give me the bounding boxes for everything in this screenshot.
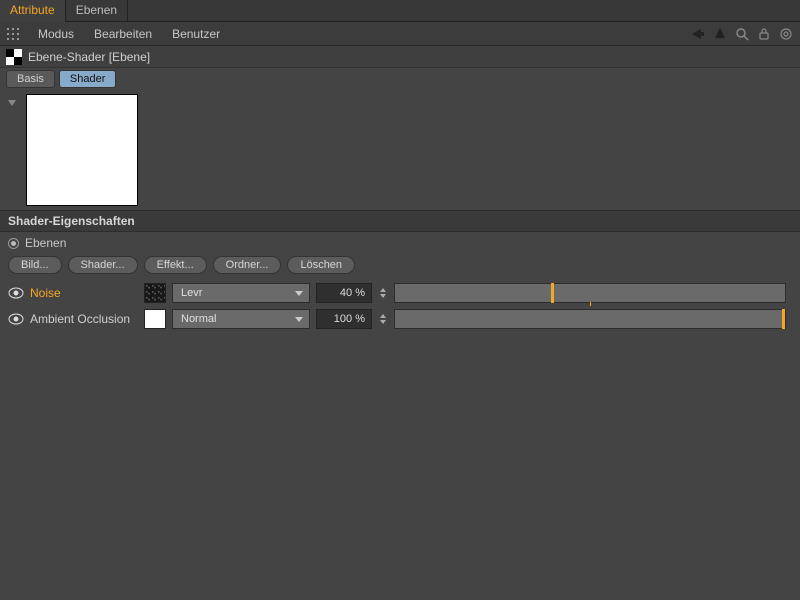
- ebenen-radio-row: Ebenen: [0, 232, 800, 254]
- lock-icon[interactable]: [754, 24, 774, 44]
- grid-icon[interactable]: [4, 25, 22, 43]
- menu-benutzer[interactable]: Benutzer: [162, 27, 230, 41]
- visibility-icon[interactable]: [8, 287, 24, 299]
- opacity-slider[interactable]: [394, 309, 786, 329]
- blend-mode-dropdown[interactable]: Levr: [172, 283, 310, 303]
- opacity-field[interactable]: 100 %: [316, 309, 372, 329]
- ebenen-radio-label: Ebenen: [25, 236, 66, 250]
- nav-back-icon[interactable]: [688, 24, 708, 44]
- opacity-field[interactable]: 40 %: [316, 283, 372, 303]
- menu-bearbeiten[interactable]: Bearbeiten: [84, 27, 162, 41]
- shader-preview[interactable]: [26, 94, 138, 206]
- visibility-icon[interactable]: [8, 313, 24, 325]
- disclosure-triangle[interactable]: [8, 100, 16, 106]
- subtab-shader[interactable]: Shader: [59, 70, 116, 88]
- ebenen-radio[interactable]: [8, 238, 19, 249]
- subtab-basis[interactable]: Basis: [6, 70, 55, 88]
- layer-action-buttons: Bild... Shader... Effekt... Ordner... Lö…: [0, 254, 800, 280]
- search-icon[interactable]: [732, 24, 752, 44]
- object-title-row: Ebene-Shader [Ebene]: [0, 46, 800, 68]
- btn-shader[interactable]: Shader...: [68, 256, 138, 274]
- menu-bar: Modus Bearbeiten Benutzer: [0, 22, 800, 46]
- btn-ordner[interactable]: Ordner...: [213, 256, 282, 274]
- layer-swatch[interactable]: [144, 309, 166, 329]
- panel-tabs: Attribute Ebenen: [0, 0, 800, 22]
- section-header: Shader-Eigenschaften: [0, 210, 800, 232]
- layer-name[interactable]: Ambient Occlusion: [30, 312, 138, 326]
- layer-row-ao: Ambient Occlusion Normal 100 %: [0, 306, 800, 332]
- subtab-row: Basis Shader: [0, 68, 800, 90]
- btn-loeschen[interactable]: Löschen: [287, 256, 355, 274]
- opacity-spinner[interactable]: [380, 309, 388, 329]
- layer-swatch[interactable]: [144, 283, 166, 303]
- opacity-spinner[interactable]: [380, 283, 388, 303]
- layer-name[interactable]: Noise: [30, 286, 138, 300]
- target-icon[interactable]: [776, 24, 796, 44]
- preview-area: [0, 90, 800, 210]
- tab-ebenen[interactable]: Ebenen: [66, 0, 128, 22]
- blend-mode-dropdown[interactable]: Normal: [172, 309, 310, 329]
- nav-up-icon[interactable]: [710, 24, 730, 44]
- menu-modus[interactable]: Modus: [28, 27, 84, 41]
- opacity-slider[interactable]: [394, 283, 786, 303]
- tab-attribute[interactable]: Attribute: [0, 0, 66, 22]
- object-title: Ebene-Shader [Ebene]: [28, 50, 150, 64]
- checker-icon: [6, 49, 22, 65]
- btn-bild[interactable]: Bild...: [8, 256, 62, 274]
- btn-effekt[interactable]: Effekt...: [144, 256, 207, 274]
- layer-row-noise: Noise Levr 40 %: [0, 280, 800, 306]
